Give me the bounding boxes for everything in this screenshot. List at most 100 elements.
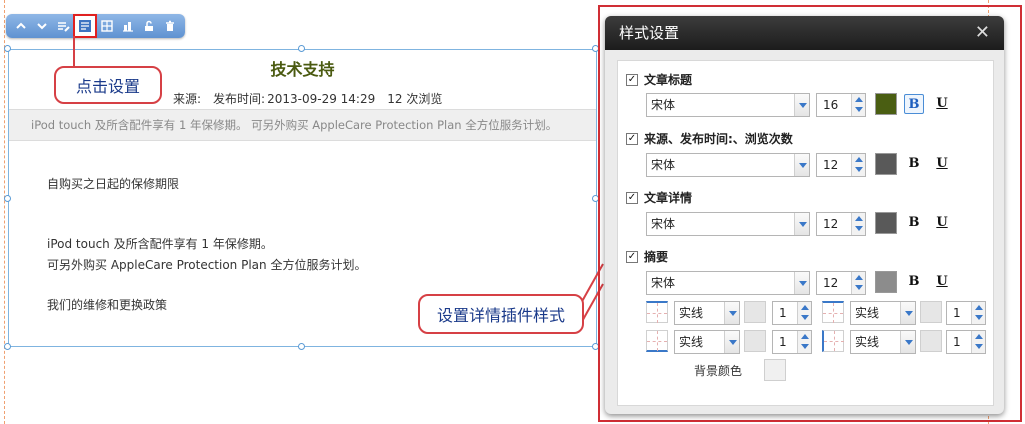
callout-click-settings: 点击设置 — [54, 66, 162, 104]
border-style-select[interactable]: 实线 — [674, 330, 740, 354]
border-style-value: 实线 — [679, 306, 704, 320]
underline-button[interactable]: U — [932, 154, 952, 174]
section-article-detail: ✓ 文章详情 — [626, 189, 692, 206]
bold-button[interactable]: B — [904, 213, 924, 233]
article-meta: 来源: 发布时间: 2013-09-29 14:29 12 次浏览 — [173, 90, 454, 107]
chevron-down-icon — [900, 302, 915, 324]
section-label: 来源、发布时间:、浏览次数 — [644, 132, 793, 146]
stepper-arrows-icon[interactable] — [851, 213, 865, 235]
chevron-down-icon — [724, 331, 739, 353]
font-select[interactable]: 宋体 — [646, 153, 810, 177]
border-color-swatch[interactable] — [744, 330, 766, 352]
border-color-swatch[interactable] — [920, 330, 942, 352]
section-summary: ✓ 摘要 — [626, 248, 668, 265]
font-select[interactable]: 宋体 — [646, 271, 810, 295]
section-checkbox[interactable]: ✓ — [626, 250, 638, 263]
resize-handle[interactable] — [4, 45, 11, 52]
source-label: 来源: — [173, 92, 202, 106]
section-label: 摘要 — [644, 250, 669, 264]
border-style-select[interactable]: 实线 — [674, 301, 740, 325]
border-width-stepper[interactable]: 1 — [946, 301, 986, 325]
stepper-arrows-icon[interactable] — [971, 302, 985, 324]
font-select[interactable]: 宋体 — [646, 212, 810, 236]
stepper-arrows-icon[interactable] — [851, 154, 865, 176]
style-settings-dialog: 样式设置 ✕ ✓ 文章标题 宋体 16 B U ✓ 来源、发布时间:、浏览次数 — [605, 16, 1004, 414]
bold-button[interactable]: B — [904, 94, 924, 114]
background-color-swatch[interactable] — [764, 359, 786, 381]
border-width-stepper[interactable]: 1 — [772, 330, 812, 354]
font-size-stepper[interactable]: 12 — [816, 153, 866, 177]
chevron-down-icon — [794, 154, 809, 176]
stepper-arrows-icon[interactable] — [797, 302, 811, 324]
dialog-title: 样式设置 — [619, 24, 680, 42]
section-checkbox[interactable]: ✓ — [626, 132, 638, 145]
unlock-icon[interactable] — [140, 17, 158, 35]
resize-handle[interactable] — [298, 45, 305, 52]
border-color-swatch[interactable] — [744, 301, 766, 323]
trash-icon[interactable] — [161, 17, 179, 35]
underline-button[interactable]: U — [932, 213, 952, 233]
table-icon[interactable] — [98, 17, 116, 35]
view-count: 12 次浏览 — [387, 92, 443, 106]
size-value: 16 — [823, 98, 839, 112]
section-checkbox[interactable]: ✓ — [626, 191, 638, 204]
color-swatch[interactable] — [875, 93, 897, 115]
publish-time: 2013-09-29 14:29 — [267, 92, 376, 106]
font-value: 宋体 — [651, 98, 676, 112]
size-value: 12 — [823, 158, 839, 172]
border-style-select[interactable]: 实线 — [850, 301, 916, 325]
chevron-down-icon[interactable] — [33, 17, 51, 35]
border-style-value: 实线 — [679, 335, 704, 349]
font-value: 宋体 — [651, 276, 676, 290]
background-color-label: 背景颜色 — [694, 364, 743, 378]
border-width-stepper[interactable]: 1 — [946, 330, 986, 354]
detail-line: 我们的维修和更换政策 — [47, 298, 168, 312]
widget-toolbar — [6, 14, 185, 38]
border-width-stepper[interactable]: 1 — [772, 301, 812, 325]
close-icon[interactable]: ✕ — [975, 16, 990, 50]
border-top-icon — [646, 301, 668, 323]
stepper-arrows-icon[interactable] — [971, 331, 985, 353]
section-checkbox[interactable]: ✓ — [626, 73, 638, 86]
font-size-stepper[interactable]: 12 — [816, 212, 866, 236]
chevron-down-icon — [794, 272, 809, 294]
color-swatch[interactable] — [875, 271, 897, 293]
resize-handle[interactable] — [4, 195, 11, 202]
border-color-swatch[interactable] — [920, 301, 942, 323]
resize-handle[interactable] — [4, 343, 11, 350]
resize-handle[interactable] — [298, 343, 305, 350]
font-size-stepper[interactable]: 12 — [816, 271, 866, 295]
section-meta: ✓ 来源、发布时间:、浏览次数 — [626, 130, 793, 147]
color-swatch[interactable] — [875, 212, 897, 234]
underline-button[interactable]: U — [932, 272, 952, 292]
size-value: 12 — [823, 217, 839, 231]
border-top-right-icon — [822, 301, 844, 323]
chevron-down-icon — [724, 302, 739, 324]
stepper-arrows-icon[interactable] — [797, 331, 811, 353]
font-size-stepper[interactable]: 16 — [816, 93, 866, 117]
stepper-arrows-icon[interactable] — [851, 272, 865, 294]
stepper-arrows-icon[interactable] — [851, 94, 865, 116]
callout-detail-style: 设置详情插件样式 — [418, 294, 584, 334]
dialog-body: ✓ 文章标题 宋体 16 B U ✓ 来源、发布时间:、浏览次数 宋体 12 B… — [617, 60, 994, 406]
bold-button[interactable]: B — [904, 272, 924, 292]
border-style-value: 实线 — [855, 335, 880, 349]
underline-button[interactable]: U — [932, 94, 952, 114]
border-bottom-icon — [646, 330, 668, 352]
color-swatch[interactable] — [875, 153, 897, 175]
settings-icon[interactable] — [73, 14, 97, 38]
detail-line: iPod touch 及所含配件享有 1 年保修期。 — [47, 237, 273, 251]
bold-button[interactable]: B — [904, 154, 924, 174]
font-select[interactable]: 宋体 — [646, 93, 810, 117]
chart-icon[interactable] — [119, 17, 137, 35]
edit-icon[interactable] — [54, 17, 72, 35]
border-style-select[interactable]: 实线 — [850, 330, 916, 354]
border-left-icon — [822, 330, 844, 352]
article-summary: iPod touch 及所含配件享有 1 年保修期。 可另外购买 AppleCa… — [9, 109, 596, 141]
border-width-value: 1 — [953, 335, 961, 349]
chevron-down-icon — [794, 94, 809, 116]
chevron-up-icon[interactable] — [12, 17, 30, 35]
font-value: 宋体 — [651, 217, 676, 231]
border-width-value: 1 — [953, 306, 961, 320]
border-style-value: 实线 — [855, 306, 880, 320]
